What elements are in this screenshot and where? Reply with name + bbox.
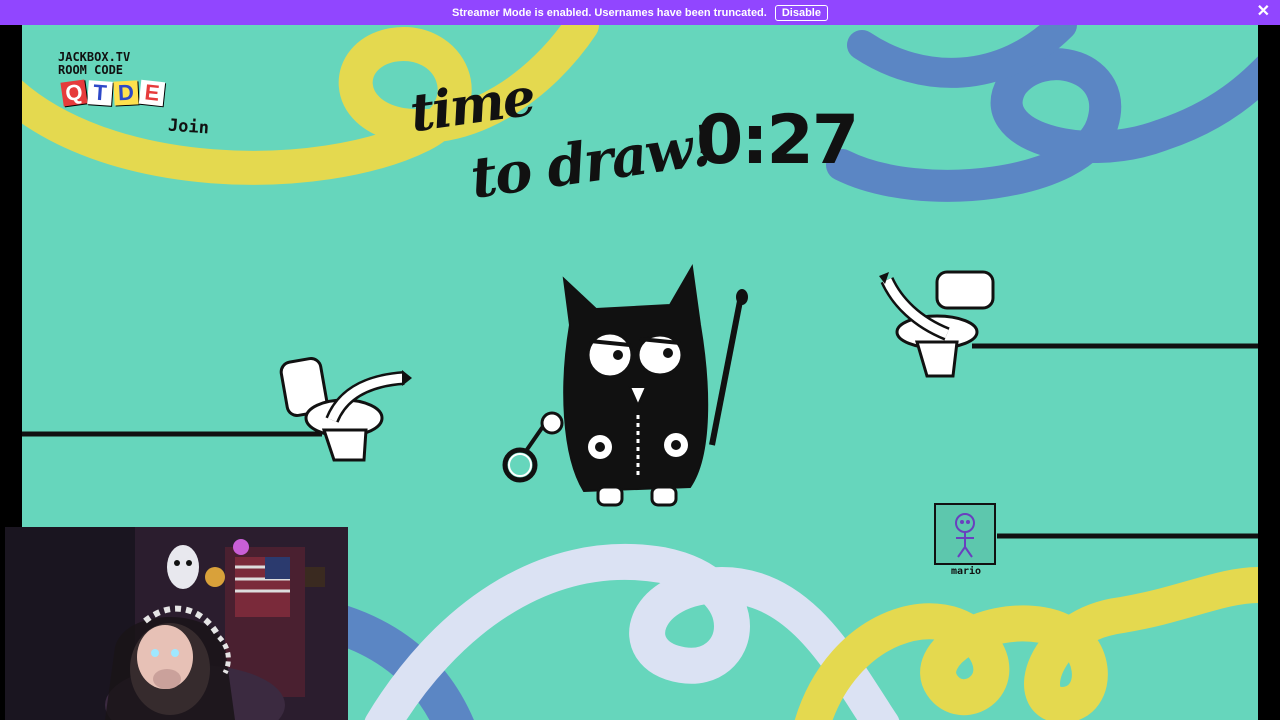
close-icon[interactable]: ✕ [1257, 4, 1270, 20]
owl-character-icon [502, 263, 748, 507]
room-code-letter: D [113, 80, 139, 106]
disable-streamer-mode-button[interactable]: Disable [774, 4, 828, 21]
join-label: Join [167, 115, 210, 139]
webcam-overlay [5, 527, 348, 720]
toilet-pencil-icon [879, 270, 995, 378]
room-code-letter: E [138, 79, 166, 107]
room-code-label: ROOM CODE [58, 63, 124, 77]
player-name: mario [950, 566, 982, 577]
webcam-feed [5, 527, 348, 720]
toilet-pencil-icon [279, 357, 412, 462]
room-code-panel: JACKBOX.TV ROOM CODE QTDE [58, 51, 166, 107]
room-code-letter: T [87, 80, 113, 106]
room-code-letter: Q [60, 79, 88, 107]
room-code: QTDE [60, 79, 166, 107]
player-avatar-card [934, 503, 996, 565]
streamer-mode-banner: Streamer Mode is enabled. Usernames have… [0, 0, 1280, 25]
stick-figure-doodle-icon [955, 513, 975, 558]
banner-message: Streamer Mode is enabled. Usernames have… [452, 6, 767, 19]
countdown-timer: 0:27 [696, 101, 859, 180]
